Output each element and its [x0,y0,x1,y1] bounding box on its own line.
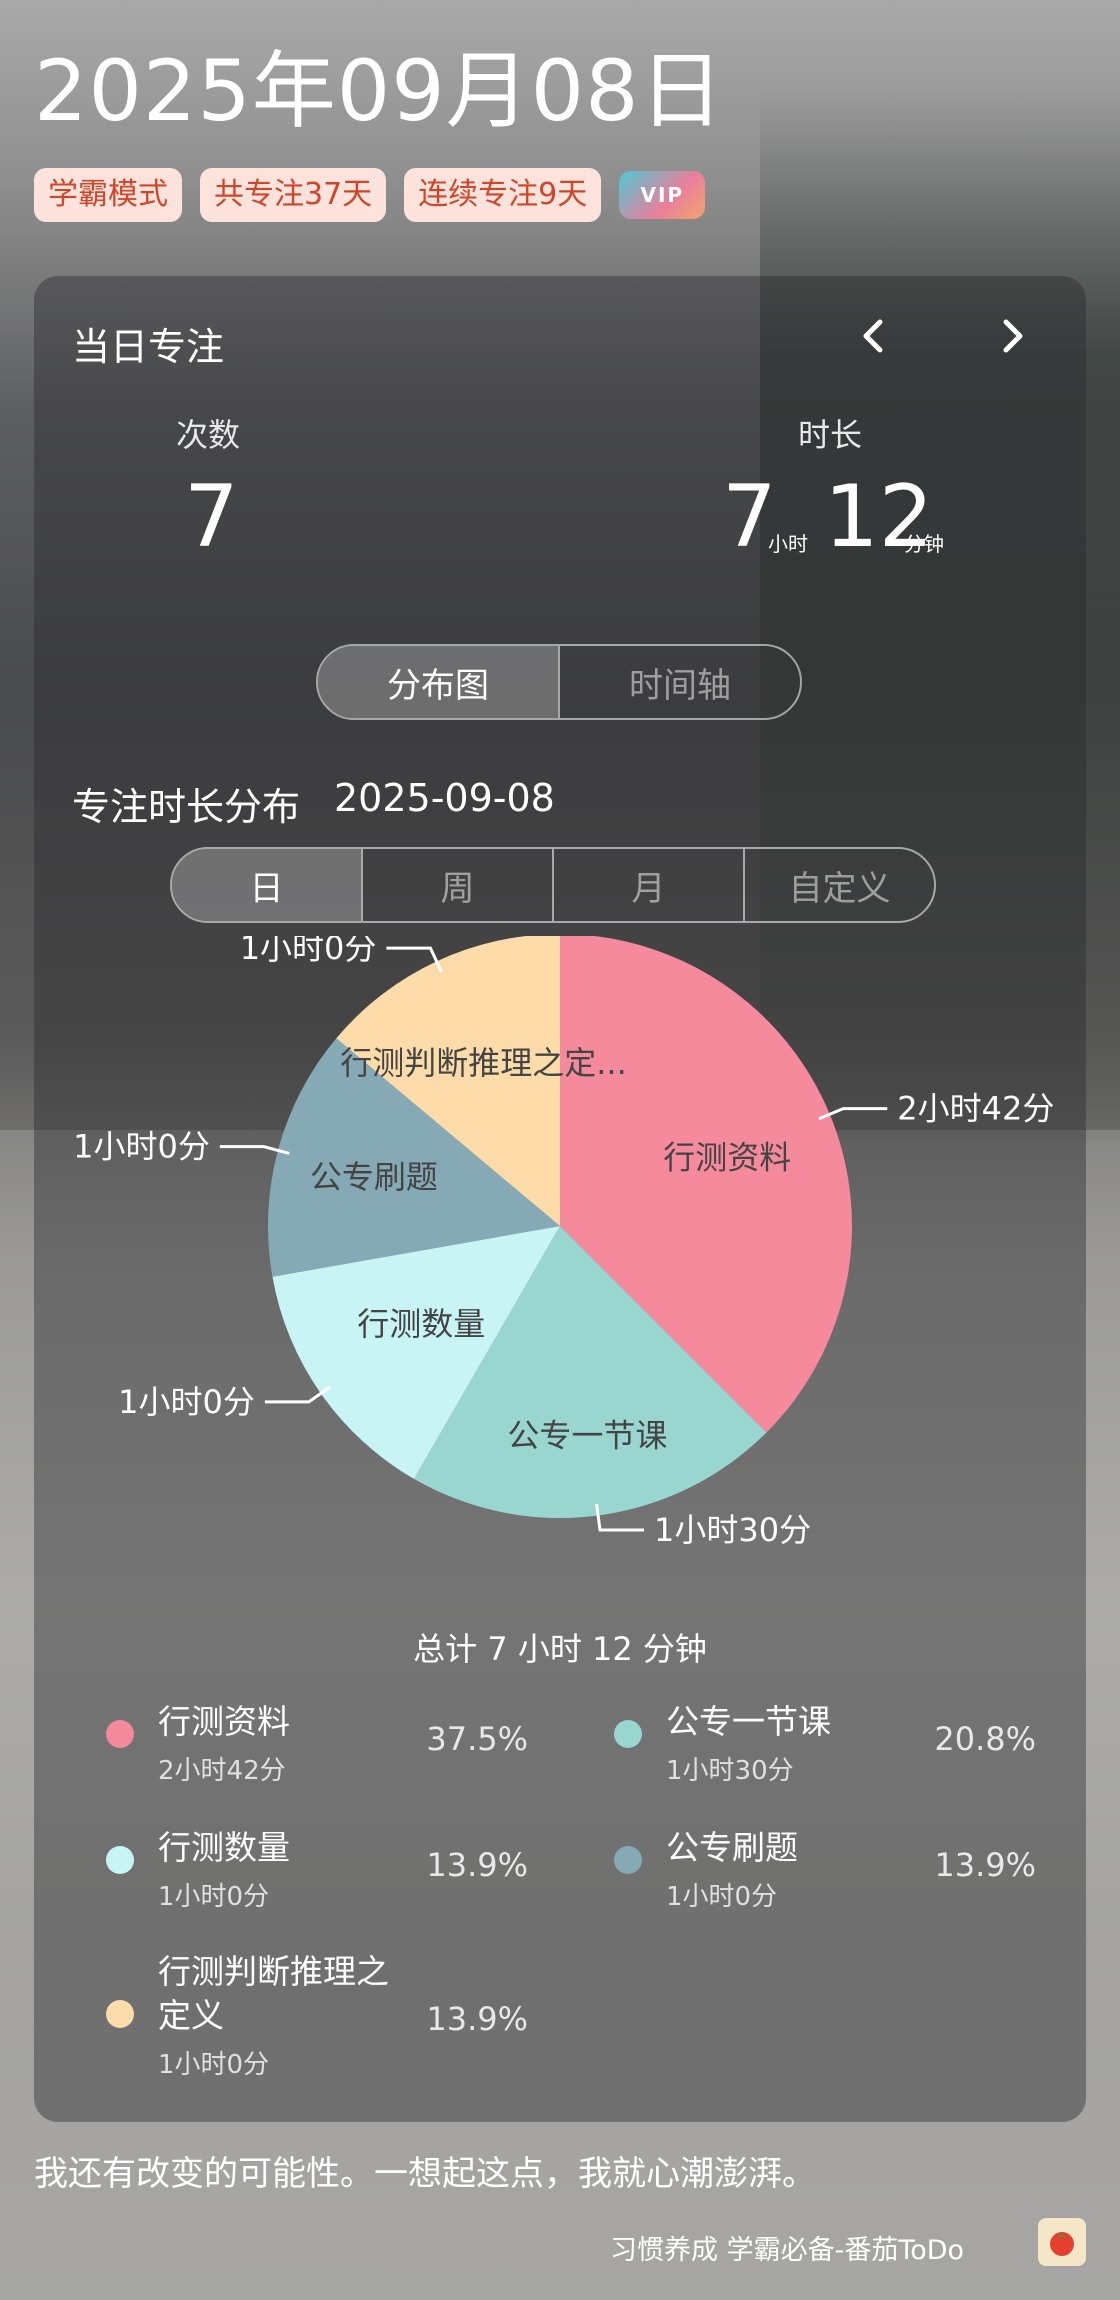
badge-streak-days[interactable]: 连续专注9天 [404,168,602,222]
legend-item[interactable]: 行测数量 1小时0分 13.9% [68,1826,528,1926]
slice-label: 公专一节课 [507,1416,667,1454]
legend-item[interactable]: 行测判断推理之定义 1小时0分 13.9% [68,1950,528,2090]
chevron-left-icon [863,319,883,353]
legend-percent: 13.9% [426,1846,528,1884]
legend-item[interactable]: 公专一节课 1小时30分 20.8% [576,1700,1036,1800]
slice-duration-label: 1小时0分 [240,936,377,967]
slice-label: 行测资料 [663,1139,791,1177]
badge-total-days[interactable]: 共专注37天 [200,168,387,222]
badge-row: 学霸模式 共专注37天 连续专注9天 VIP [34,168,706,222]
legend-percent: 13.9% [426,2000,528,2038]
legend-percent: 37.5% [426,1720,528,1758]
range-toggle: 日 周 月 自定义 [170,847,936,923]
slice-label: 行测数量 [357,1305,485,1343]
duration-label: 时长 [798,416,863,454]
legend-duration: 1小时0分 [666,1882,778,1912]
tomato-icon [1038,2218,1086,2266]
distribution-date: 2025-09-08 [334,776,555,820]
slice-label: 行测判断推理之定... [340,1044,627,1082]
legend-name: 公专一节课 [666,1702,831,1741]
slice-duration-label: 1小时0分 [118,1383,255,1421]
legend-duration: 1小时0分 [158,2050,270,2080]
slice-duration-label: 1小时30分 [654,1511,811,1549]
view-toggle: 分布图 时间轴 [316,644,802,720]
prev-day-button[interactable] [844,306,904,366]
count-value: 7 [184,467,239,567]
next-day-button[interactable] [982,306,1042,366]
stats-card: 当日专注 次数 7 时长 7 小时 12 分钟 分布图 时间轴 专注时长分布 2… [34,276,1086,2122]
legend-name: 行测判断推理之定义 [158,1952,389,2035]
footer-text: 习惯养成 学霸必备-番茄ToDo [610,2235,965,2266]
date-title: 2025年09月08日 [34,42,725,140]
slice-duration-label: 2小时42分 [897,1090,1054,1128]
daily-focus-title: 当日专注 [72,325,225,369]
count-label: 次数 [176,416,241,454]
chevron-right-icon [1003,319,1023,353]
legend-duration: 1小时0分 [158,1882,270,1912]
tab-timeline[interactable]: 时间轴 [558,646,800,718]
legend-item[interactable]: 行测资料 2小时42分 37.5% [68,1700,528,1800]
total-duration: 总计 7 小时 12 分钟 [413,1630,707,1668]
tab-distribution[interactable]: 分布图 [318,646,558,718]
legend-name: 公专刷题 [666,1828,798,1867]
legend-swatch [106,2000,134,2028]
slice-duration-label: 1小时0分 [73,1128,210,1166]
minutes-unit: 分钟 [904,532,944,556]
legend-swatch [106,1720,134,1748]
legend-name: 行测资料 [158,1702,290,1741]
pie-chart: 行测资料2小时42分公专一节课1小时30分行测数量1小时0分公专刷题1小时0分行… [73,936,1054,1549]
tab-custom[interactable]: 自定义 [743,849,934,921]
hours-unit: 小时 [768,532,808,556]
tab-week[interactable]: 周 [361,849,552,921]
distribution-title: 专注时长分布 [72,785,301,829]
legend-item[interactable]: 公专刷题 1小时0分 13.9% [576,1826,1036,1926]
legend-percent: 20.8% [934,1720,1036,1758]
motivational-quote: 我还有改变的可能性。一想起这点，我就心潮澎湃。 [34,2154,816,2194]
legend-swatch [614,1846,642,1874]
tab-day[interactable]: 日 [172,849,361,921]
badge-mode[interactable]: 学霸模式 [34,168,182,222]
vip-badge[interactable]: VIP [619,171,706,219]
legend-percent: 13.9% [934,1846,1036,1884]
legend-swatch [106,1846,134,1874]
legend-name: 行测数量 [158,1828,290,1867]
slice-label: 公专刷题 [310,1158,438,1196]
legend-duration: 1小时30分 [666,1756,794,1786]
legend-duration: 2小时42分 [158,1756,286,1786]
tab-month[interactable]: 月 [552,849,743,921]
legend-swatch [614,1720,642,1748]
